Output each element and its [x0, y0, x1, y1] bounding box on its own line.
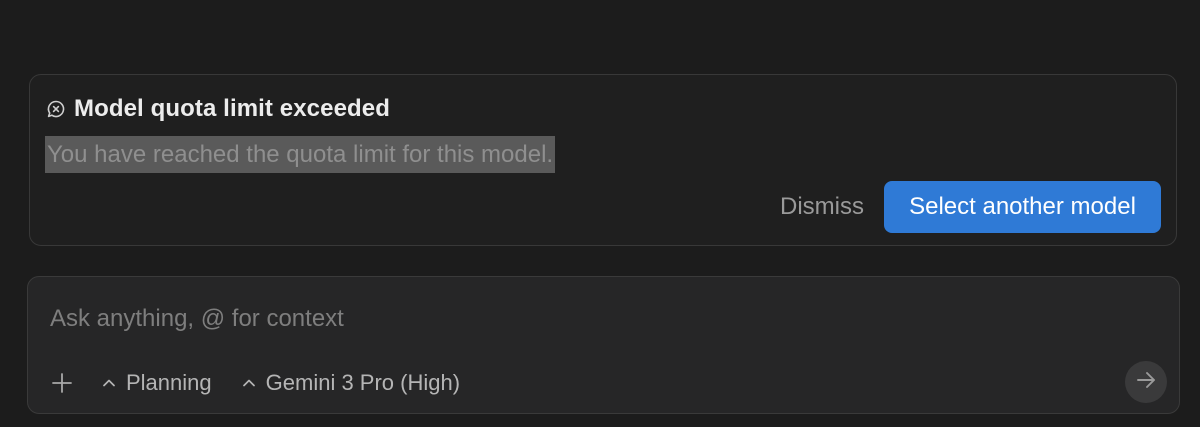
app-root: Model quota limit exceeded You have reac… — [0, 0, 1200, 427]
quota-alert-message: You have reached the quota limit for thi… — [45, 136, 556, 173]
quota-alert-card: Model quota limit exceeded You have reac… — [29, 74, 1177, 246]
chevron-up-icon — [240, 374, 258, 392]
quota-alert-title: Model quota limit exceeded — [74, 95, 390, 122]
send-button[interactable] — [1125, 361, 1167, 403]
model-selector[interactable]: Gemini 3 Pro (High) — [240, 370, 460, 396]
mode-selector-label: Planning — [126, 370, 212, 395]
select-another-model-button[interactable]: Select another model — [884, 181, 1161, 233]
quota-alert-header: Model quota limit exceeded — [46, 95, 390, 123]
composer-toolbar: Planning Gemini 3 Pro (High) — [50, 365, 488, 401]
model-selector-label: Gemini 3 Pro (High) — [265, 370, 461, 395]
mode-selector[interactable]: Planning — [100, 370, 212, 396]
dismiss-button[interactable]: Dismiss — [780, 181, 864, 233]
chevron-up-icon — [100, 374, 118, 392]
arrow-right-icon — [1135, 369, 1157, 396]
plus-icon[interactable] — [50, 371, 74, 395]
error-chat-icon — [46, 99, 66, 119]
chat-input[interactable] — [50, 299, 1050, 339]
chat-composer: Planning Gemini 3 Pro (High) — [27, 276, 1180, 414]
